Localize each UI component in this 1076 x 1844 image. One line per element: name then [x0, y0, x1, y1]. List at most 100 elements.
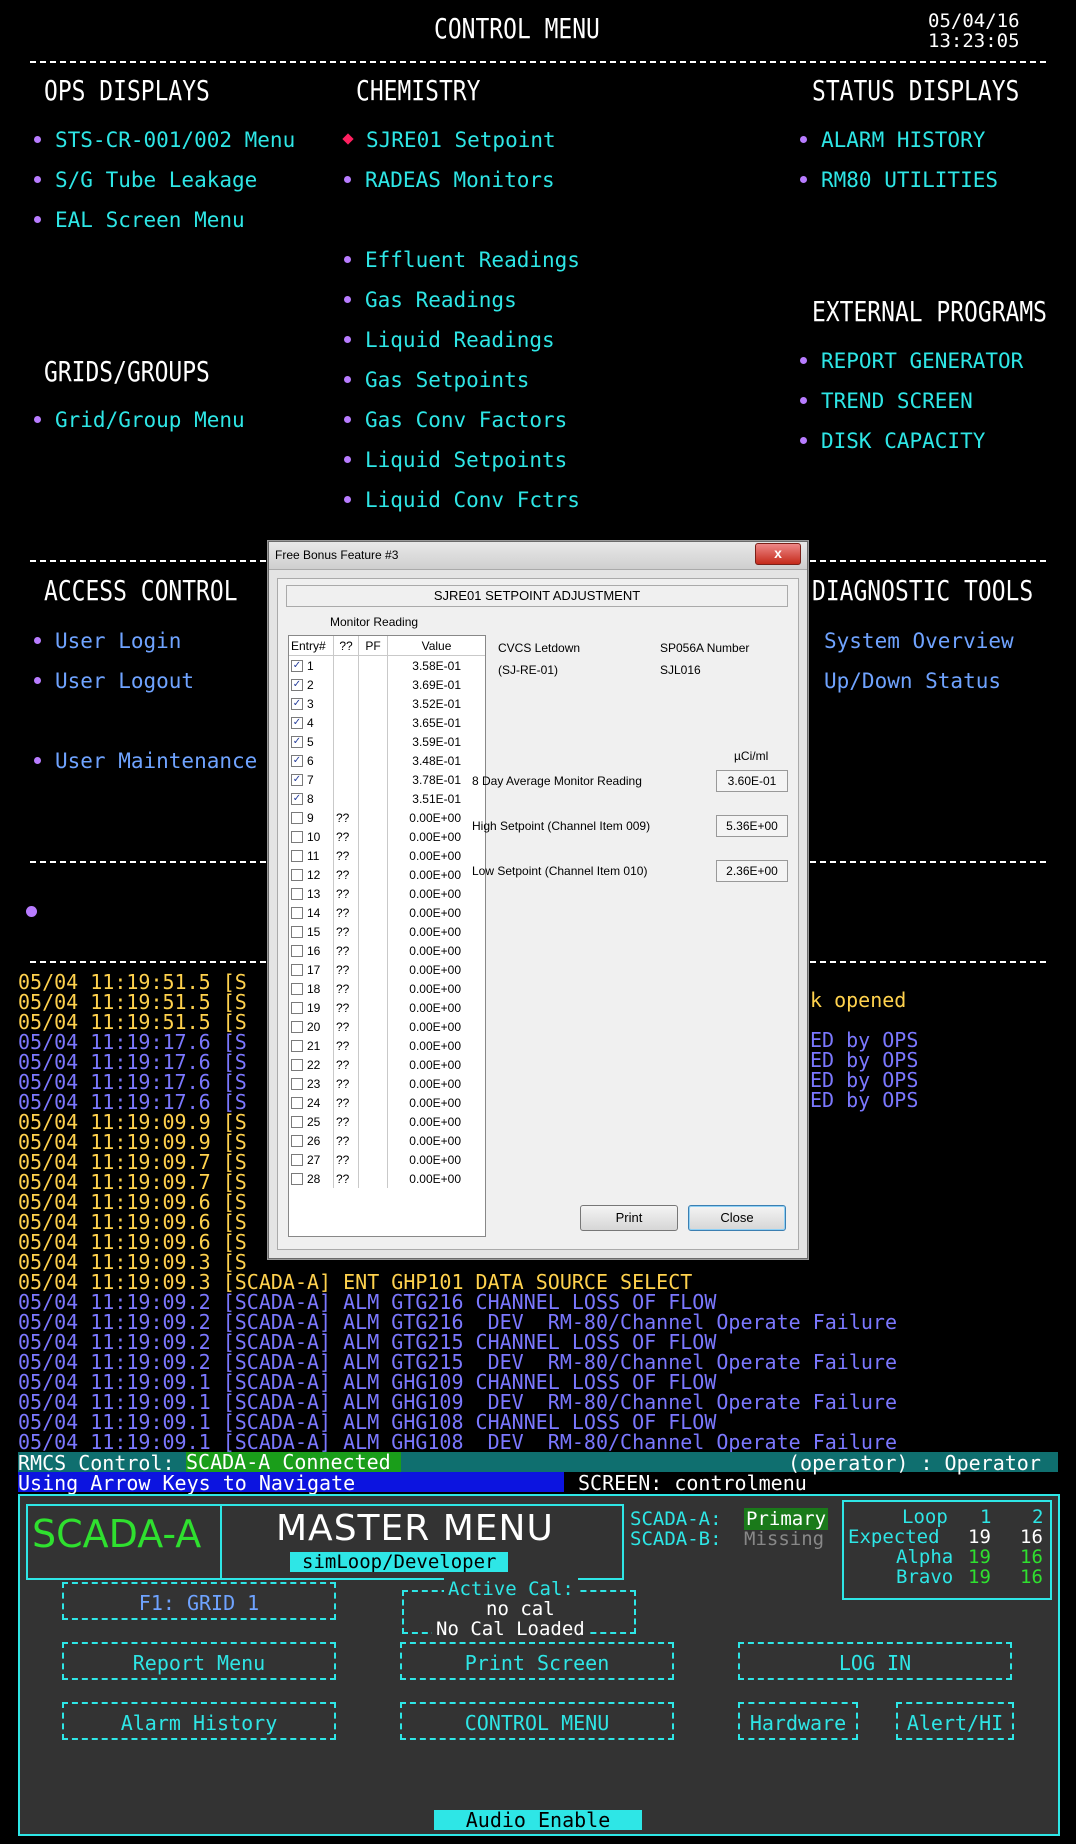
- table-row[interactable]: ✓ 8 3.51E-01: [289, 789, 485, 808]
- bullet-icon: [344, 295, 351, 303]
- ops-item[interactable]: STS-CR-001/002 Menu: [34, 128, 295, 152]
- audio-enable-button[interactable]: Audio Enable: [434, 1810, 642, 1830]
- table-row[interactable]: 21?? 0.00E+00: [289, 1036, 485, 1055]
- ops-item[interactable]: S/G Tube Leakage: [34, 168, 257, 192]
- table-row[interactable]: 28?? 0.00E+00: [289, 1169, 485, 1188]
- table-row[interactable]: 24?? 0.00E+00: [289, 1093, 485, 1112]
- close-button[interactable]: Close: [688, 1205, 786, 1231]
- table-row[interactable]: ✓ 2 3.69E-01: [289, 675, 485, 694]
- entry-checkbox[interactable]: ✓: [291, 679, 303, 692]
- table-row[interactable]: 27?? 0.00E+00: [289, 1150, 485, 1169]
- table-row[interactable]: 18?? 0.00E+00: [289, 979, 485, 998]
- entry-checkbox[interactable]: [291, 1135, 303, 1148]
- table-row[interactable]: ✓ 1 3.58E-01: [289, 655, 485, 675]
- table-row[interactable]: 23?? 0.00E+00: [289, 1074, 485, 1093]
- chem-item[interactable]: Liquid Setpoints: [344, 448, 567, 472]
- hardware-button[interactable]: Hardware: [738, 1702, 858, 1740]
- entry-checkbox[interactable]: [291, 945, 303, 958]
- high-setpoint-value[interactable]: 5.36E+00: [716, 815, 788, 837]
- table-row[interactable]: 15?? 0.00E+00: [289, 922, 485, 941]
- table-row[interactable]: 25?? 0.00E+00: [289, 1112, 485, 1131]
- alarm-history-button[interactable]: Alarm History: [62, 1702, 336, 1740]
- entry-checkbox[interactable]: [291, 1059, 303, 1072]
- table-row[interactable]: ✓ 6 3.48E-01: [289, 751, 485, 770]
- table-row[interactable]: ✓ 3 3.52E-01: [289, 694, 485, 713]
- chem-item[interactable]: Liquid Readings: [344, 328, 555, 352]
- entry-cell: 23: [289, 1074, 334, 1093]
- table-row[interactable]: 22?? 0.00E+00: [289, 1055, 485, 1074]
- external-item[interactable]: REPORT GENERATOR: [800, 349, 1023, 373]
- access-item[interactable]: User Logout: [34, 669, 194, 693]
- entry-checkbox[interactable]: [291, 907, 303, 920]
- entry-checkbox[interactable]: ✓: [291, 660, 303, 673]
- chem-item[interactable]: Effluent Readings: [344, 248, 580, 272]
- chem-item-selected[interactable]: SJRE01 Setpoint: [342, 128, 556, 152]
- table-row[interactable]: 9?? 0.00E+00: [289, 808, 485, 827]
- status-item[interactable]: ALARM HISTORY: [800, 128, 985, 152]
- low-setpoint-value[interactable]: 2.36E+00: [716, 860, 788, 882]
- table-row[interactable]: 16?? 0.00E+00: [289, 941, 485, 960]
- external-item[interactable]: DISK CAPACITY: [800, 429, 985, 453]
- table-row[interactable]: 19?? 0.00E+00: [289, 998, 485, 1017]
- entry-checkbox[interactable]: [291, 831, 303, 844]
- entry-cell: 20: [289, 1017, 334, 1036]
- print-button[interactable]: Print: [580, 1205, 678, 1231]
- entry-checkbox[interactable]: [291, 850, 303, 863]
- entry-checkbox[interactable]: ✓: [291, 774, 303, 787]
- table-row[interactable]: 11?? 0.00E+00: [289, 846, 485, 865]
- chem-item[interactable]: RADEAS Monitors: [344, 168, 555, 192]
- diagnostic-item[interactable]: Up/Down Status: [824, 669, 1001, 693]
- entry-checkbox[interactable]: ✓: [291, 755, 303, 768]
- status-item[interactable]: RM80 UTILITIES: [800, 168, 998, 192]
- entry-checkbox[interactable]: ✓: [291, 698, 303, 711]
- value-cell: 0.00E+00: [409, 1057, 461, 1072]
- entry-checkbox[interactable]: [291, 888, 303, 901]
- table-row[interactable]: ✓ 7 3.78E-01: [289, 770, 485, 789]
- entry-checkbox[interactable]: [291, 1173, 303, 1186]
- print-screen-button[interactable]: Print Screen: [400, 1642, 674, 1680]
- table-row[interactable]: 26?? 0.00E+00: [289, 1131, 485, 1150]
- entry-checkbox[interactable]: [291, 926, 303, 939]
- control-menu-button[interactable]: CONTROL MENU: [400, 1702, 674, 1740]
- chem-item[interactable]: Gas Conv Factors: [344, 408, 567, 432]
- grid-item[interactable]: Grid/Group Menu: [34, 408, 245, 432]
- table-row[interactable]: 12?? 0.00E+00: [289, 865, 485, 884]
- table-row[interactable]: 10?? 0.00E+00: [289, 827, 485, 846]
- entry-checkbox[interactable]: ✓: [291, 793, 303, 806]
- entry-checkbox[interactable]: [291, 1002, 303, 1015]
- f1-grid-button[interactable]: F1: GRID 1: [62, 1582, 336, 1620]
- entry-checkbox[interactable]: [291, 1078, 303, 1091]
- entry-checkbox[interactable]: [291, 1154, 303, 1167]
- access-item[interactable]: User Login: [34, 629, 181, 653]
- report-menu-button[interactable]: Report Menu: [62, 1642, 336, 1680]
- table-row[interactable]: ✓ 5 3.59E-01: [289, 732, 485, 751]
- entry-checkbox[interactable]: [291, 869, 303, 882]
- entry-checkbox[interactable]: [291, 983, 303, 996]
- entry-checkbox[interactable]: [291, 812, 303, 825]
- entry-checkbox[interactable]: ✓: [291, 736, 303, 749]
- table-row[interactable]: ✓ 4 3.65E-01: [289, 713, 485, 732]
- dialog-titlebar[interactable]: Free Bonus Feature #3 x: [269, 542, 807, 570]
- entry-checkbox[interactable]: [291, 1097, 303, 1110]
- table-row[interactable]: 13?? 0.00E+00: [289, 884, 485, 903]
- entry-checkbox[interactable]: [291, 964, 303, 977]
- chemistry-heading: CHEMISTRY: [356, 74, 481, 107]
- alert-hi-button[interactable]: Alert/HI: [896, 1702, 1014, 1740]
- entry-checkbox[interactable]: [291, 1021, 303, 1034]
- table-row[interactable]: 20?? 0.00E+00: [289, 1017, 485, 1036]
- chem-item[interactable]: Gas Readings: [344, 288, 517, 312]
- entry-checkbox[interactable]: [291, 1116, 303, 1129]
- quality-cell: ??: [333, 903, 359, 922]
- table-row[interactable]: 17?? 0.00E+00: [289, 960, 485, 979]
- external-item[interactable]: TREND SCREEN: [800, 389, 973, 413]
- chem-item[interactable]: Gas Setpoints: [344, 368, 529, 392]
- access-item[interactable]: User Maintenance: [34, 749, 257, 773]
- close-icon[interactable]: x: [755, 543, 801, 565]
- entry-checkbox[interactable]: ✓: [291, 717, 303, 730]
- table-row[interactable]: 14?? 0.00E+00: [289, 903, 485, 922]
- entry-checkbox[interactable]: [291, 1040, 303, 1053]
- chem-item[interactable]: Liquid Conv Fctrs: [344, 488, 580, 512]
- ops-item[interactable]: EAL Screen Menu: [34, 208, 245, 232]
- diagnostic-item[interactable]: System Overview: [824, 629, 1014, 653]
- log-in-button[interactable]: LOG IN: [738, 1642, 1012, 1680]
